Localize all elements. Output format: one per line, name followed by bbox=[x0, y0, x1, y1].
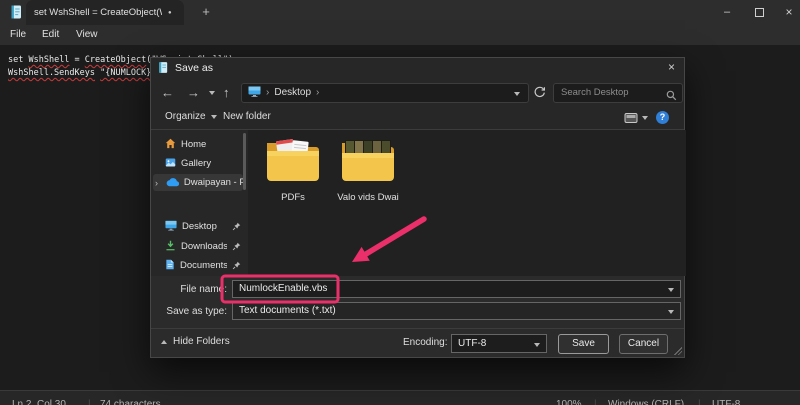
desktop-location-icon bbox=[248, 86, 261, 100]
sidebar-item-documents[interactable]: Documents bbox=[153, 257, 243, 274]
pin-icon bbox=[232, 218, 241, 236]
menu-file[interactable]: File bbox=[4, 25, 32, 45]
sidebar-item-downloads[interactable]: Downloads bbox=[153, 238, 243, 255]
new-folder-button[interactable]: New folder bbox=[223, 111, 271, 122]
dialog-toolbar: Organize New folder ? bbox=[151, 108, 684, 130]
cancel-button[interactable]: Cancel bbox=[619, 334, 668, 354]
tab-bar: set WshShell = CreateObject(WScri ● + – … bbox=[0, 0, 800, 25]
save-type-label: Save as type: bbox=[151, 306, 227, 317]
pin-icon bbox=[232, 238, 241, 256]
chevron-down-icon[interactable] bbox=[668, 288, 674, 292]
folder-icon bbox=[264, 137, 322, 185]
address-bar[interactable]: › Desktop › bbox=[241, 83, 529, 103]
line-ending: Windows (CRLF) bbox=[608, 399, 684, 405]
desktop-icon bbox=[165, 218, 177, 236]
recent-locations-chevron-icon[interactable] bbox=[209, 91, 215, 95]
new-tab-button[interactable]: + bbox=[196, 2, 216, 22]
sidebar: Home Gallery › Dwaipayan - Per Desktop bbox=[151, 130, 247, 276]
documents-icon bbox=[165, 257, 175, 275]
help-button[interactable]: ? bbox=[656, 111, 669, 124]
file-name-input[interactable]: NumlockEnable.vbs bbox=[232, 280, 681, 298]
pin-icon bbox=[232, 257, 241, 275]
chevron-up-icon bbox=[161, 340, 167, 344]
menu-bar: File Edit View ⚙ bbox=[0, 25, 800, 45]
save-button[interactable]: Save bbox=[558, 334, 609, 354]
home-icon bbox=[165, 136, 176, 154]
view-options-button[interactable] bbox=[624, 112, 648, 124]
menu-view[interactable]: View bbox=[70, 25, 104, 45]
folder-valo-vids[interactable]: Valo vids Dwai bbox=[336, 137, 400, 203]
save-type-value: Text documents (*.txt) bbox=[239, 305, 336, 316]
chevron-down-icon bbox=[642, 116, 648, 120]
folder-icon bbox=[339, 137, 397, 185]
organize-button[interactable]: Organize bbox=[165, 111, 217, 122]
file-name-label: File name: bbox=[151, 284, 227, 295]
notepad-app-icon bbox=[10, 5, 22, 24]
hide-folders-button[interactable]: Hide Folders bbox=[161, 336, 230, 347]
dialog-title-bar: Save as × bbox=[151, 58, 684, 78]
encoding-value: UTF-8 bbox=[458, 338, 486, 349]
maximize-button[interactable] bbox=[744, 0, 774, 25]
sidebar-item-home[interactable]: Home bbox=[153, 136, 243, 153]
close-button[interactable]: × bbox=[774, 0, 800, 25]
file-name-value: NumlockEnable.vbs bbox=[239, 283, 327, 294]
chevron-down-icon bbox=[668, 310, 674, 314]
refresh-icon[interactable] bbox=[533, 86, 546, 104]
breadcrumb-location[interactable]: Desktop bbox=[274, 87, 311, 98]
downloads-icon bbox=[165, 238, 176, 256]
encoding-indicator: UTF-8 bbox=[712, 399, 740, 405]
unsaved-dot-icon: ● bbox=[168, 10, 172, 16]
status-bar: Ln 2, Col 30 | 74 characters 100% | Wind… bbox=[0, 390, 800, 405]
file-list: PDFs Valo vids Dwai bbox=[248, 130, 686, 276]
back-button[interactable]: ← bbox=[161, 85, 174, 100]
forward-button[interactable]: → bbox=[187, 85, 200, 100]
sidebar-item-onedrive[interactable]: › Dwaipayan - Per bbox=[153, 174, 243, 191]
folder-label: PDFs bbox=[261, 192, 325, 203]
notepad-app-icon bbox=[158, 61, 168, 79]
encoding-select[interactable]: UTF-8 bbox=[451, 334, 547, 353]
sidebar-scrollbar[interactable] bbox=[243, 133, 246, 190]
expand-chevron-icon[interactable]: › bbox=[155, 178, 161, 188]
gallery-icon bbox=[165, 155, 176, 173]
view-icon bbox=[624, 112, 638, 124]
tab-active[interactable]: set WshShell = CreateObject(WScri ● bbox=[26, 0, 184, 25]
encoding-label: Encoding: bbox=[403, 337, 447, 348]
chevron-down-icon bbox=[211, 115, 217, 119]
folder-label: Valo vids Dwai bbox=[336, 192, 400, 203]
tab-title: set WshShell = CreateObject(WScri bbox=[34, 7, 162, 18]
search-box bbox=[553, 83, 683, 103]
breadcrumb: › Desktop › bbox=[248, 84, 319, 102]
save-type-select[interactable]: Text documents (*.txt) bbox=[232, 302, 681, 320]
address-dropdown-chevron-icon[interactable] bbox=[514, 92, 520, 96]
dialog-close-button[interactable]: × bbox=[668, 60, 675, 74]
folder-pdfs[interactable]: PDFs bbox=[261, 137, 325, 203]
cursor-position: Ln 2, Col 30 bbox=[12, 399, 66, 405]
form-pane: File name: NumlockEnable.vbs Save as typ… bbox=[151, 276, 684, 328]
sidebar-item-desktop[interactable]: Desktop bbox=[153, 218, 243, 235]
sidebar-item-gallery[interactable]: Gallery bbox=[153, 155, 243, 172]
menu-edit[interactable]: Edit bbox=[36, 25, 65, 45]
dialog-footer: Hide Folders Encoding: UTF-8 Save Cancel bbox=[151, 328, 684, 357]
search-icon bbox=[666, 88, 677, 106]
code-line-2: WshShell.SendKeys "{NUMLOCK}" bbox=[8, 67, 156, 79]
up-button[interactable]: ↑ bbox=[223, 85, 230, 100]
char-count: 74 characters bbox=[100, 399, 161, 405]
maximize-icon bbox=[755, 8, 764, 17]
resize-grip[interactable] bbox=[674, 347, 682, 355]
onedrive-cloud-icon bbox=[166, 174, 179, 192]
notepad-window: set WshShell = CreateObject(WScri ● + – … bbox=[0, 0, 800, 405]
minimize-button[interactable]: – bbox=[712, 0, 742, 25]
dialog-body: Home Gallery › Dwaipayan - Per Desktop bbox=[151, 130, 684, 276]
dialog-title: Save as bbox=[175, 62, 213, 74]
save-as-dialog: Save as × ← → ↑ › Desktop › bbox=[150, 57, 685, 358]
zoom-level: 100% bbox=[556, 399, 582, 405]
chevron-down-icon bbox=[534, 343, 540, 347]
search-input[interactable] bbox=[554, 84, 682, 102]
